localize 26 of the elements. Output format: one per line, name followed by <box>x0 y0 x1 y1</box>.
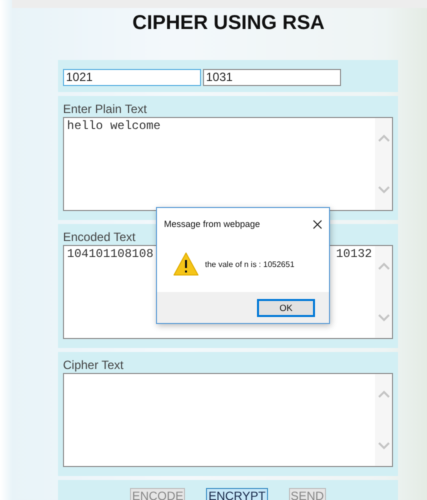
field-label: Encoded Text <box>63 230 136 245</box>
scroll-down-icon[interactable] <box>378 314 390 322</box>
scrollbar[interactable] <box>375 374 392 466</box>
field-label: Cipher Text <box>63 358 124 373</box>
text-value: 10132 <box>336 247 372 261</box>
ok-button[interactable]: OK <box>257 298 315 316</box>
text-value: hello welcome <box>67 119 161 133</box>
focused-button[interactable]: ENCRYPT <box>206 488 268 500</box>
page-title: CIPHER USING RSA <box>131 11 326 36</box>
dialog-title: Message from webpage <box>164 219 260 229</box>
scrollbar[interactable] <box>375 246 392 338</box>
text-area[interactable]: hello welcome <box>63 117 393 211</box>
scroll-up-icon[interactable] <box>378 262 390 270</box>
text-value: 104101108108 <box>67 247 154 261</box>
scroll-down-icon[interactable] <box>378 186 390 194</box>
scroll-down-icon[interactable] <box>378 442 390 450</box>
scrollbar[interactable] <box>375 118 392 210</box>
warning-icon <box>173 252 199 276</box>
dialog-message: the vale of n is : 1052651 <box>205 260 294 268</box>
scroll-up-icon[interactable] <box>378 390 390 398</box>
text-area[interactable] <box>63 373 393 467</box>
key-field[interactable]: 1031 <box>203 68 341 86</box>
scroll-up-icon[interactable] <box>378 134 390 142</box>
close-icon[interactable] <box>313 220 322 228</box>
key-field[interactable]: 1021 <box>63 68 201 86</box>
field-label: Enter Plain Text <box>63 102 148 117</box>
